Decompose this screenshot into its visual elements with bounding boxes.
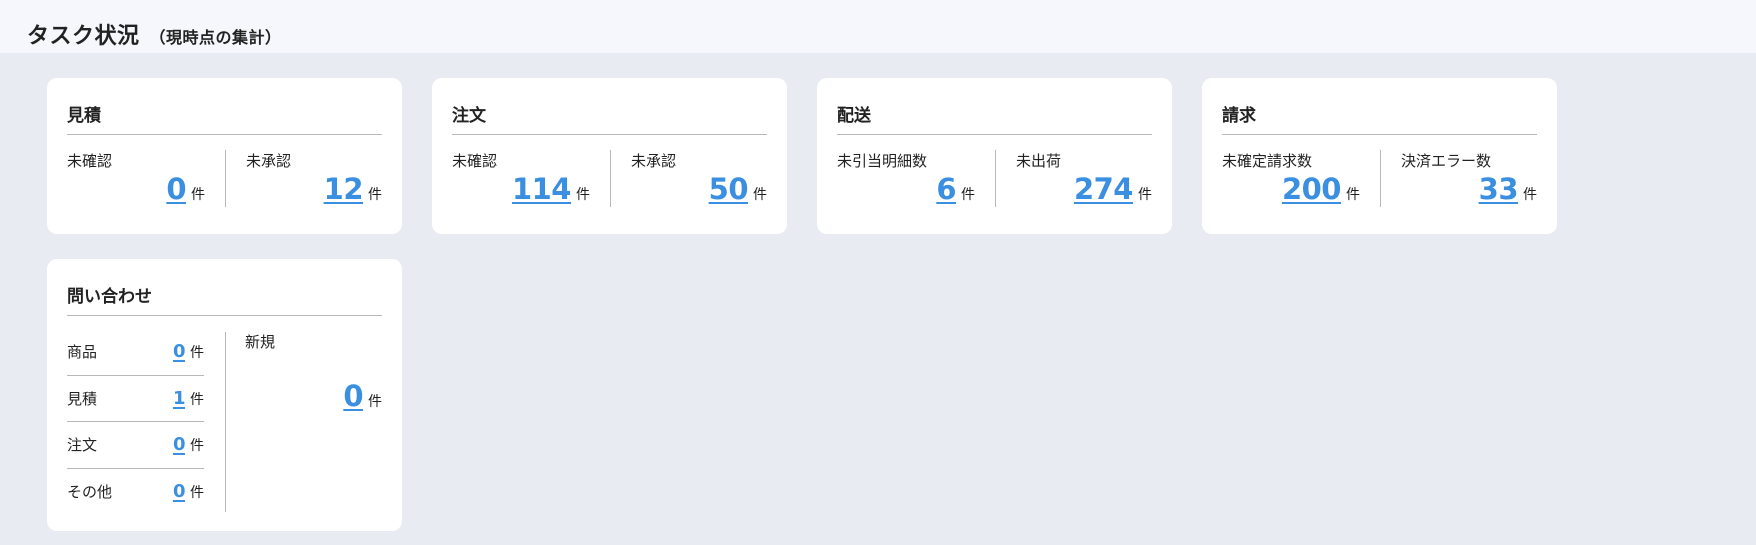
inquiry-row-product: 商品 0件 — [67, 329, 204, 376]
billing-payment-error-metric: 決済エラー数 33 件 — [1380, 150, 1537, 207]
inquiry-row-value: 1件 — [173, 388, 204, 409]
metric-label: 未承認 — [246, 152, 292, 170]
unit-label: 件 — [190, 438, 204, 455]
unit-label: 件 — [1138, 187, 1152, 203]
metric-value-row: 114 件 — [512, 172, 590, 206]
unit-label: 件 — [191, 187, 205, 203]
metric-label: 未確定請求数 — [1222, 152, 1313, 170]
metric-value-row: 12 件 — [324, 172, 382, 206]
metric-value-row: 0件 — [166, 172, 205, 206]
inquiry-row-label: 商品 — [67, 343, 98, 362]
metric-value-row: 274 件 — [1074, 172, 1152, 206]
inquiry-row-label: 注文 — [67, 436, 98, 455]
card-title: 請求 — [1222, 101, 1537, 135]
delivery-unallocated-metric: 未引当明細数 6件 — [837, 150, 995, 207]
unit-label: 件 — [753, 187, 767, 203]
card-title: 問い合わせ — [67, 282, 382, 316]
metric-value-row: 200 件 — [1282, 172, 1360, 206]
delivery-card: 配送 未引当明細数 6件 未出荷 274 件 — [817, 78, 1172, 234]
estimate-card: 見積 未確認 0件 未承認 12 件 — [47, 78, 402, 234]
metric-value-row: 33 件 — [1479, 172, 1537, 206]
unit-label: 件 — [368, 187, 382, 203]
order-card: 注文 未確認 114 件 未承認 50 件 — [432, 78, 787, 234]
inquiry-new-label: 新規 — [245, 333, 276, 351]
page-header: タスク状況 （現時点の集計） — [0, 0, 1756, 53]
inquiry-category-list: 商品 0件 見積 1件 注文 0件 その他 0件 — [67, 329, 204, 515]
page-title: タスク状況 （現時点の集計） — [27, 18, 282, 50]
billing-payment-error-count-link[interactable]: 33 — [1479, 172, 1519, 206]
card-title: 配送 — [837, 101, 1152, 135]
unit-label: 件 — [1346, 187, 1360, 203]
inquiry-row-other: その他 0件 — [67, 469, 204, 516]
unit-label: 件 — [190, 391, 204, 408]
metric-label: 未確認 — [67, 152, 113, 170]
unit-label: 件 — [190, 345, 204, 362]
unit-label: 件 — [190, 485, 204, 502]
unit-label: 件 — [1523, 187, 1537, 203]
page-title-text: タスク状況 — [27, 24, 140, 49]
inquiry-card: 問い合わせ 商品 0件 見積 1件 注文 0件 その他 0件 新規 0件 — [47, 259, 402, 531]
inquiry-row-label: 見積 — [67, 389, 98, 408]
estimate-unconfirmed-count-link[interactable]: 0 — [166, 172, 186, 206]
inquiry-row-value: 0件 — [173, 341, 204, 362]
inquiry-row-label: その他 — [67, 483, 113, 502]
inquiry-row-value: 0件 — [173, 481, 204, 502]
delivery-unshipped-count-link[interactable]: 274 — [1074, 172, 1134, 206]
billing-unconfirmed-count-link[interactable]: 200 — [1282, 172, 1342, 206]
order-unapproved-metric: 未承認 50 件 — [610, 150, 767, 207]
billing-unconfirmed-metric: 未確定請求数 200 件 — [1222, 150, 1380, 207]
order-unconfirmed-metric: 未確認 114 件 — [452, 150, 610, 207]
card-title: 見積 — [67, 101, 382, 135]
metric-value-row: 50 件 — [709, 172, 767, 206]
metric-label: 未出荷 — [1016, 152, 1062, 170]
delivery-unallocated-count-link[interactable]: 6 — [936, 172, 956, 206]
estimate-unapproved-count-link[interactable]: 12 — [324, 172, 364, 206]
inquiry-other-count-link[interactable]: 0 — [173, 481, 186, 502]
metric-label: 未確認 — [452, 152, 498, 170]
estimate-unapproved-metric: 未承認 12 件 — [225, 150, 382, 207]
delivery-unshipped-metric: 未出荷 274 件 — [995, 150, 1152, 207]
inquiry-new-value-row: 0件 — [343, 379, 382, 413]
inquiry-product-count-link[interactable]: 0 — [173, 341, 186, 362]
unit-label: 件 — [961, 187, 975, 203]
inquiry-new-count-link[interactable]: 0 — [343, 379, 363, 413]
inquiry-row-order: 注文 0件 — [67, 422, 204, 469]
estimate-unconfirmed-metric: 未確認 0件 — [67, 150, 225, 207]
metric-label: 未引当明細数 — [837, 152, 928, 170]
unit-label: 件 — [576, 187, 590, 203]
unit-label: 件 — [368, 394, 382, 410]
billing-card: 請求 未確定請求数 200 件 決済エラー数 33 件 — [1202, 78, 1557, 234]
inquiry-order-count-link[interactable]: 0 — [173, 434, 186, 455]
metric-label: 未承認 — [631, 152, 677, 170]
page-subtitle: （現時点の集計） — [149, 28, 282, 47]
metric-value-row: 6件 — [936, 172, 975, 206]
inquiry-row-estimate: 見積 1件 — [67, 376, 204, 422]
metric-label: 決済エラー数 — [1401, 152, 1492, 170]
order-unapproved-count-link[interactable]: 50 — [709, 172, 749, 206]
inquiry-row-value: 0件 — [173, 434, 204, 455]
card-title: 注文 — [452, 101, 767, 135]
order-unconfirmed-count-link[interactable]: 114 — [512, 172, 572, 206]
inquiry-estimate-count-link[interactable]: 1 — [173, 388, 186, 409]
inquiry-divider — [225, 332, 226, 512]
